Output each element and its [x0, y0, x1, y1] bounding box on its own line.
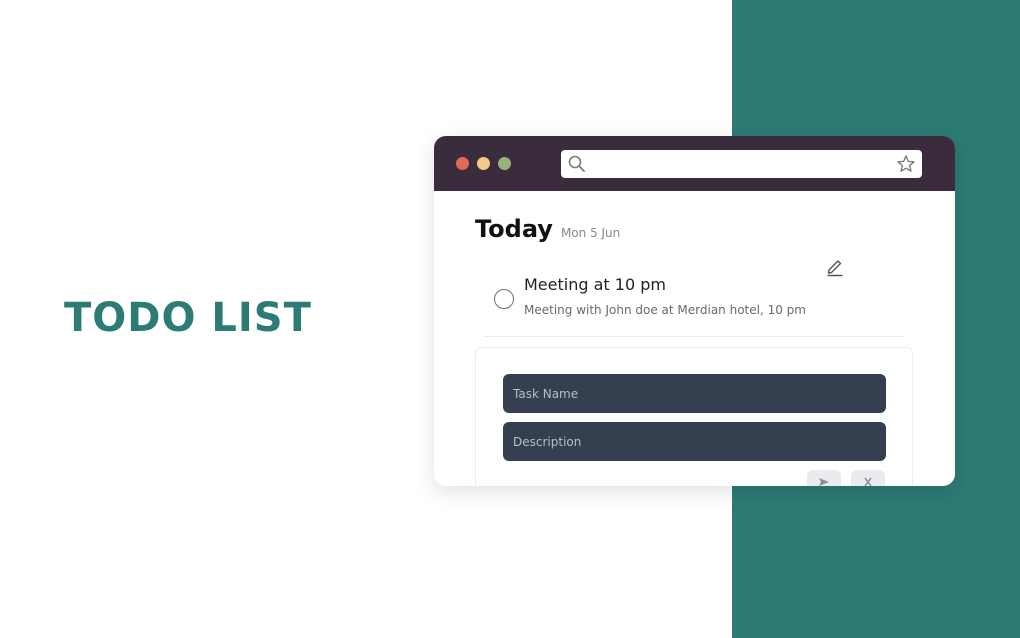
- cancel-task-button[interactable]: [851, 470, 885, 486]
- search-icon: [568, 155, 586, 173]
- window-close-dot[interactable]: [456, 157, 469, 170]
- today-title: Today: [475, 215, 553, 243]
- task-name-input[interactable]: [503, 374, 886, 413]
- edit-icon[interactable]: [824, 255, 846, 277]
- send-icon: [819, 478, 829, 486]
- today-date: Mon 5 Jun: [560, 226, 621, 240]
- browser-titlebar: [434, 136, 955, 191]
- task-description-input[interactable]: [503, 422, 886, 461]
- browser-window: Today Mon 5 Jun Meeting at 10 pm Meeting…: [434, 136, 955, 486]
- today-header: Today Mon 5 Jun: [475, 215, 620, 243]
- window-minimize-dot[interactable]: [477, 157, 490, 170]
- add-task-form: [475, 347, 913, 486]
- close-icon: [864, 477, 872, 486]
- hero-title: TODO LIST: [64, 295, 312, 341]
- star-icon[interactable]: [896, 154, 916, 174]
- address-bar[interactable]: [561, 150, 922, 178]
- task-divider: [484, 336, 904, 337]
- task-complete-checkbox[interactable]: [494, 289, 514, 309]
- submit-task-button[interactable]: [807, 470, 841, 486]
- task-description: Meeting with John doe at Merdian hotel, …: [524, 303, 806, 317]
- task-title: Meeting at 10 pm: [524, 275, 666, 294]
- window-maximize-dot[interactable]: [498, 157, 511, 170]
- task-item[interactable]: Meeting at 10 pm Meeting with John doe a…: [484, 275, 904, 335]
- browser-content: Today Mon 5 Jun Meeting at 10 pm Meeting…: [434, 191, 955, 486]
